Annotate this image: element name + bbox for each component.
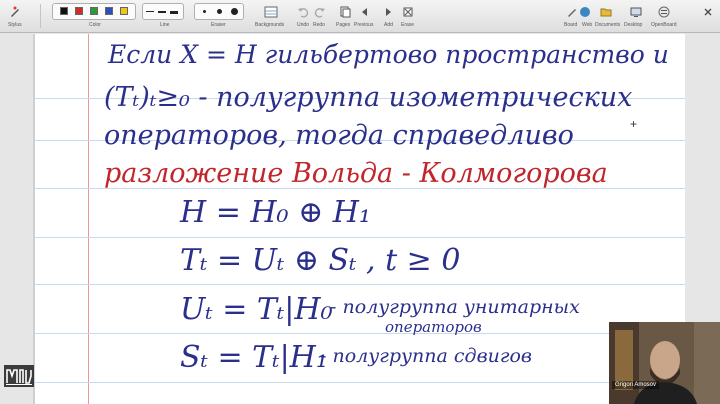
redo-icon[interactable] [314, 5, 326, 18]
participant-name-label: Grigori Amosov [612, 381, 660, 389]
eraser-label: Eraser [211, 22, 226, 28]
handwritten-line-1: Если X = H гильбертово пространство и [108, 40, 669, 69]
unitary-note-line-1: - полугруппа унитарных [330, 296, 580, 318]
board-label: Board [564, 22, 578, 28]
equation-space-decomposition: H = H₀ ⊕ H₁ [180, 195, 371, 230]
stylus-label: Stylus [8, 22, 22, 28]
erase-icon[interactable] [402, 5, 414, 17]
previous-label: Previous [354, 22, 374, 28]
undo-icon[interactable] [297, 5, 309, 18]
color-swatch-red[interactable] [75, 7, 83, 15]
pages-label: Pages [336, 22, 351, 28]
redo-label: Redo [313, 22, 325, 28]
unitary-note-line-2: операторов [385, 318, 482, 336]
close-icon[interactable] [703, 4, 713, 16]
openboard-label: OpenBoard [651, 22, 677, 28]
webcam-video [609, 322, 720, 404]
add-page-icon[interactable] [382, 5, 394, 17]
eraser-small-button[interactable] [203, 10, 206, 13]
handwritten-line-3: операторов, тогда справедливо [104, 120, 574, 151]
stylus-icon[interactable] [9, 5, 21, 17]
undo-label: Undo [297, 22, 309, 28]
color-swatch-black[interactable] [60, 7, 68, 15]
line-medium-button[interactable] [158, 11, 166, 13]
web-label: Web [582, 22, 593, 28]
line-thin-button[interactable] [146, 11, 154, 12]
pages-icon[interactable] [339, 5, 351, 18]
web-globe-icon[interactable] [579, 5, 591, 17]
ruled-line [35, 284, 685, 285]
line-thick-button[interactable] [170, 11, 178, 14]
documents-label: Documents [595, 22, 621, 28]
ruled-line [35, 237, 685, 238]
backgrounds-icon[interactable] [264, 5, 278, 18]
desktop-label: Desktop [624, 22, 643, 28]
eraser-medium-button[interactable] [217, 9, 222, 14]
toolbar: Stylus Color Line Eraser Backgrounds Und… [0, 0, 720, 33]
color-swatch-green[interactable] [90, 7, 98, 15]
handwritten-line-4-highlighted: разложение Вольда - Колмогорова [104, 158, 608, 189]
equation-semigroup-decomposition: Tₜ = Uₜ ⊕ Sₜ , t ≥ 0 [180, 243, 461, 278]
shift-note: - полугруппа сдвигов [320, 345, 532, 367]
toolbar-divider [40, 4, 41, 28]
openboard-menu-icon[interactable] [658, 5, 670, 18]
ruled-line [35, 333, 685, 334]
previous-page-icon[interactable] [359, 5, 371, 17]
documents-folder-icon[interactable] [600, 5, 612, 17]
erase-label: Erase [401, 22, 415, 28]
eraser-large-button[interactable] [231, 8, 238, 15]
margin-line [88, 34, 89, 404]
color-label: Color [89, 22, 101, 28]
equation-unitary-part: Uₜ = Tₜ|H₀ [180, 292, 333, 327]
backgrounds-label: Backgrounds [255, 22, 285, 28]
add-label: Add [384, 22, 393, 28]
board-icon[interactable] [566, 5, 578, 17]
equation-shift-part: Sₜ = Tₜ|H₁ [180, 340, 328, 375]
line-label: Line [160, 22, 170, 28]
color-swatch-blue[interactable] [105, 7, 113, 15]
handwritten-line-2: (Tₜ)ₜ≥₀ - полугруппа изометрических [104, 82, 633, 113]
crosshair-cursor-icon: + [630, 117, 638, 131]
desktop-icon[interactable] [630, 5, 642, 17]
institution-logo [4, 365, 34, 387]
color-swatch-yellow[interactable] [120, 7, 128, 15]
ruled-line [35, 382, 685, 383]
